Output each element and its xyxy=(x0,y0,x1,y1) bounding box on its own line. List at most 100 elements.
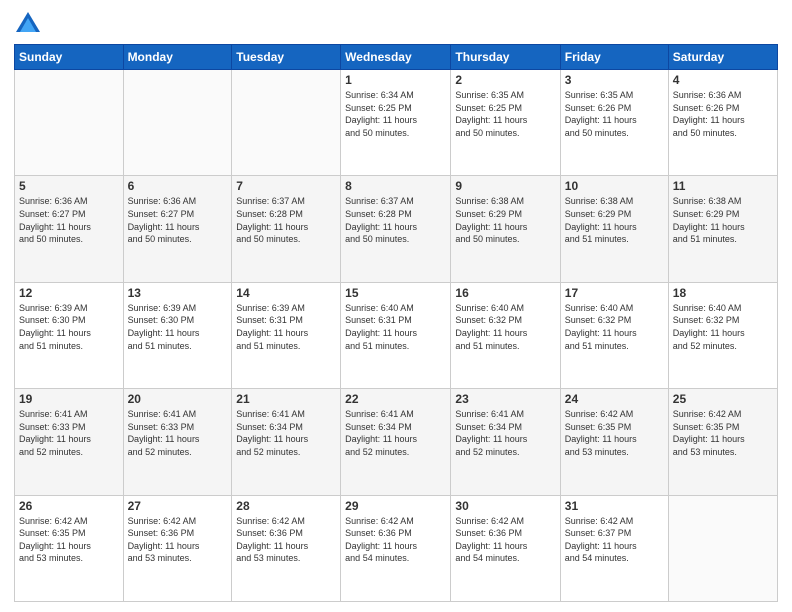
logo xyxy=(14,10,46,38)
day-cell: 21Sunrise: 6:41 AM Sunset: 6:34 PM Dayli… xyxy=(232,389,341,495)
day-cell: 12Sunrise: 6:39 AM Sunset: 6:30 PM Dayli… xyxy=(15,282,124,388)
day-number: 5 xyxy=(19,179,119,193)
day-info: Sunrise: 6:41 AM Sunset: 6:33 PM Dayligh… xyxy=(128,408,228,458)
day-cell: 17Sunrise: 6:40 AM Sunset: 6:32 PM Dayli… xyxy=(560,282,668,388)
day-cell: 26Sunrise: 6:42 AM Sunset: 6:35 PM Dayli… xyxy=(15,495,124,601)
day-cell xyxy=(668,495,777,601)
day-cell xyxy=(232,70,341,176)
week-row-3: 12 Sunrise: 6:39 AM Sunset: 6:30 PM Dayli… xyxy=(15,282,778,388)
day-number: 3 xyxy=(565,73,664,87)
day-info: Sunrise: 6:40 AM Sunset: 6:32 PM Dayligh… xyxy=(673,302,773,352)
day-info: Sunrise: 6:39 AM Sunset: 6:30 PM Dayligh… xyxy=(128,302,228,352)
day-cell: 10 Sunrise: 6:38 AM Sunset: 6:29 PM Dayli… xyxy=(560,176,668,282)
day-cell: 2 Sunrise: 6:35 AM Sunset: 6:25 PM Daylig… xyxy=(451,70,560,176)
day-info: Sunrise: 6:42 AM Sunset: 6:37 PM Dayligh… xyxy=(565,515,664,565)
day-number: 21 xyxy=(236,392,336,406)
header xyxy=(14,10,778,38)
day-number: 24 xyxy=(565,392,664,406)
day-number: 25 xyxy=(673,392,773,406)
weekday-thursday: Thursday xyxy=(451,45,560,70)
day-number: 12 xyxy=(19,286,119,300)
day-cell xyxy=(123,70,232,176)
weekday-monday: Monday xyxy=(123,45,232,70)
day-number: 10 xyxy=(565,179,664,193)
day-info: Sunrise: 6:38 AM Sunset: 6:29 PM Dayligh… xyxy=(565,195,664,245)
day-number: 22 xyxy=(345,392,446,406)
day-cell: 11 Sunrise: 6:38 AM Sunset: 6:29 PM Dayli… xyxy=(668,176,777,282)
day-info: Sunrise: 6:41 AM Sunset: 6:34 PM Dayligh… xyxy=(455,408,555,458)
week-row-1: 1 Sunrise: 6:34 AM Sunset: 6:25 PM Daylig… xyxy=(15,70,778,176)
day-number: 11 xyxy=(673,179,773,193)
day-number: 29 xyxy=(345,499,446,513)
day-info: Sunrise: 6:42 AM Sunset: 6:35 PM Dayligh… xyxy=(565,408,664,458)
day-cell: 4Sunrise: 6:36 AM Sunset: 6:26 PM Daylig… xyxy=(668,70,777,176)
day-info: Sunrise: 6:35 AM Sunset: 6:26 PM Dayligh… xyxy=(565,89,664,139)
day-number: 16 xyxy=(455,286,555,300)
week-row-2: 5 Sunrise: 6:36 AM Sunset: 6:27 PM Daylig… xyxy=(15,176,778,282)
day-info: Sunrise: 6:36 AM Sunset: 6:27 PM Dayligh… xyxy=(19,195,119,245)
day-info: Sunrise: 6:40 AM Sunset: 6:31 PM Dayligh… xyxy=(345,302,446,352)
day-number: 26 xyxy=(19,499,119,513)
day-info: Sunrise: 6:36 AM Sunset: 6:27 PM Dayligh… xyxy=(128,195,228,245)
day-number: 23 xyxy=(455,392,555,406)
day-cell: 6 Sunrise: 6:36 AM Sunset: 6:27 PM Daylig… xyxy=(123,176,232,282)
day-cell: 19Sunrise: 6:41 AM Sunset: 6:33 PM Dayli… xyxy=(15,389,124,495)
day-cell: 8 Sunrise: 6:37 AM Sunset: 6:28 PM Daylig… xyxy=(341,176,451,282)
day-cell: 22 Sunrise: 6:41 AM Sunset: 6:34 PM Dayli… xyxy=(341,389,451,495)
week-row-4: 19Sunrise: 6:41 AM Sunset: 6:33 PM Dayli… xyxy=(15,389,778,495)
day-info: Sunrise: 6:41 AM Sunset: 6:33 PM Dayligh… xyxy=(19,408,119,458)
day-cell: 3 Sunrise: 6:35 AM Sunset: 6:26 PM Daylig… xyxy=(560,70,668,176)
day-number: 8 xyxy=(345,179,446,193)
day-number: 2 xyxy=(455,73,555,87)
weekday-header-row: SundayMondayTuesdayWednesdayThursdayFrid… xyxy=(15,45,778,70)
day-cell: 30 Sunrise: 6:42 AM Sunset: 6:36 PM Dayli… xyxy=(451,495,560,601)
calendar: SundayMondayTuesdayWednesdayThursdayFrid… xyxy=(14,44,778,602)
day-cell: 15 Sunrise: 6:40 AM Sunset: 6:31 PM Dayli… xyxy=(341,282,451,388)
weekday-wednesday: Wednesday xyxy=(341,45,451,70)
weekday-tuesday: Tuesday xyxy=(232,45,341,70)
day-number: 6 xyxy=(128,179,228,193)
day-info: Sunrise: 6:39 AM Sunset: 6:31 PM Dayligh… xyxy=(236,302,336,352)
day-number: 9 xyxy=(455,179,555,193)
day-cell: 25 Sunrise: 6:42 AM Sunset: 6:35 PM Dayli… xyxy=(668,389,777,495)
day-cell xyxy=(15,70,124,176)
weekday-friday: Friday xyxy=(560,45,668,70)
logo-icon xyxy=(14,10,42,38)
day-info: Sunrise: 6:42 AM Sunset: 6:35 PM Dayligh… xyxy=(673,408,773,458)
day-info: Sunrise: 6:42 AM Sunset: 6:36 PM Dayligh… xyxy=(455,515,555,565)
day-cell: 29Sunrise: 6:42 AM Sunset: 6:36 PM Dayli… xyxy=(341,495,451,601)
weekday-sunday: Sunday xyxy=(15,45,124,70)
page: SundayMondayTuesdayWednesdayThursdayFrid… xyxy=(0,0,792,612)
day-info: Sunrise: 6:36 AM Sunset: 6:26 PM Dayligh… xyxy=(673,89,773,139)
day-cell: 5 Sunrise: 6:36 AM Sunset: 6:27 PM Daylig… xyxy=(15,176,124,282)
day-number: 1 xyxy=(345,73,446,87)
day-info: Sunrise: 6:42 AM Sunset: 6:36 PM Dayligh… xyxy=(236,515,336,565)
day-number: 31 xyxy=(565,499,664,513)
day-cell: 24 Sunrise: 6:42 AM Sunset: 6:35 PM Dayli… xyxy=(560,389,668,495)
day-cell: 27 Sunrise: 6:42 AM Sunset: 6:36 PM Dayli… xyxy=(123,495,232,601)
day-number: 14 xyxy=(236,286,336,300)
day-info: Sunrise: 6:40 AM Sunset: 6:32 PM Dayligh… xyxy=(565,302,664,352)
day-number: 28 xyxy=(236,499,336,513)
day-number: 18 xyxy=(673,286,773,300)
weekday-saturday: Saturday xyxy=(668,45,777,70)
day-info: Sunrise: 6:37 AM Sunset: 6:28 PM Dayligh… xyxy=(345,195,446,245)
day-number: 30 xyxy=(455,499,555,513)
day-cell: 9Sunrise: 6:38 AM Sunset: 6:29 PM Daylig… xyxy=(451,176,560,282)
day-number: 15 xyxy=(345,286,446,300)
day-info: Sunrise: 6:38 AM Sunset: 6:29 PM Dayligh… xyxy=(673,195,773,245)
day-info: Sunrise: 6:35 AM Sunset: 6:25 PM Dayligh… xyxy=(455,89,555,139)
day-number: 7 xyxy=(236,179,336,193)
day-number: 13 xyxy=(128,286,228,300)
day-cell: 13 Sunrise: 6:39 AM Sunset: 6:30 PM Dayli… xyxy=(123,282,232,388)
day-cell: 28 Sunrise: 6:42 AM Sunset: 6:36 PM Dayli… xyxy=(232,495,341,601)
day-info: Sunrise: 6:41 AM Sunset: 6:34 PM Dayligh… xyxy=(345,408,446,458)
day-number: 20 xyxy=(128,392,228,406)
day-number: 27 xyxy=(128,499,228,513)
day-cell: 1 Sunrise: 6:34 AM Sunset: 6:25 PM Daylig… xyxy=(341,70,451,176)
day-cell: 16Sunrise: 6:40 AM Sunset: 6:32 PM Dayli… xyxy=(451,282,560,388)
day-info: Sunrise: 6:42 AM Sunset: 6:36 PM Dayligh… xyxy=(128,515,228,565)
day-info: Sunrise: 6:34 AM Sunset: 6:25 PM Dayligh… xyxy=(345,89,446,139)
day-cell: 23 Sunrise: 6:41 AM Sunset: 6:34 PM Dayli… xyxy=(451,389,560,495)
day-cell: 14 Sunrise: 6:39 AM Sunset: 6:31 PM Dayli… xyxy=(232,282,341,388)
